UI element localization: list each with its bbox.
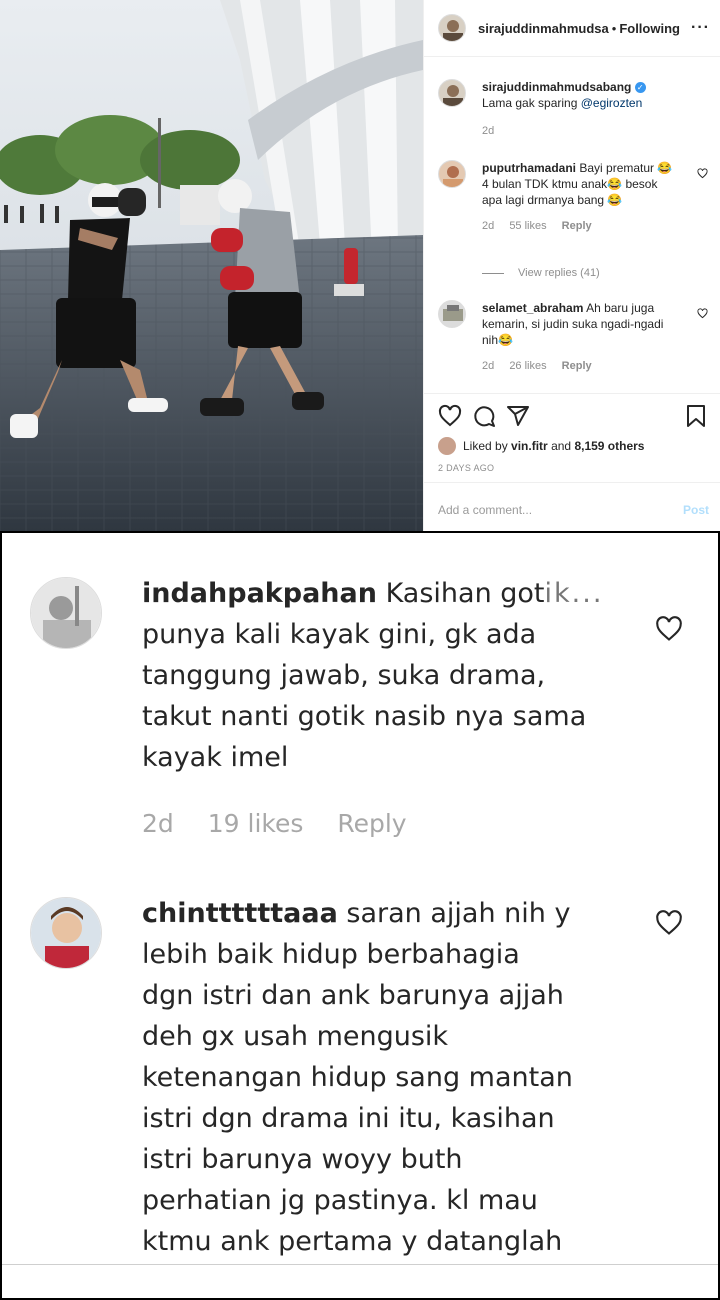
like-heart-icon[interactable] (438, 404, 462, 428)
caption-mention[interactable]: @egirozten (581, 96, 643, 110)
liked-by-suffix: and (551, 439, 572, 453)
comment-line: tanggung jawab, suka drama, (142, 660, 546, 691)
separator-dot: • (611, 20, 617, 36)
verified-badge-icon: ✓ (634, 82, 646, 93)
following-button[interactable]: Following (619, 21, 680, 36)
comment-username[interactable]: indahpakpahan (142, 578, 377, 609)
user-avatar-icon (31, 898, 101, 968)
comment-bubble-icon[interactable] (472, 404, 496, 428)
liked-by: Liked by vin.fitr and 8,159 others (438, 437, 644, 455)
reply-button[interactable]: Reply (562, 360, 592, 372)
more-options-icon[interactable]: ··· (691, 19, 710, 37)
avatar[interactable] (438, 160, 466, 188)
comment-username[interactable]: puputrhamadani (482, 161, 576, 175)
user-avatar-icon (443, 85, 463, 106)
instagram-post: sirajuddinmahmudsa • Following ··· siraj… (0, 0, 720, 531)
liked-by-user[interactable]: vin.fitr (511, 439, 548, 453)
caption-time[interactable]: 2d (482, 125, 494, 137)
add-comment-bar: Add a comment... Post (424, 482, 720, 532)
avatar[interactable] (30, 897, 102, 969)
reply-button[interactable]: Reply (337, 809, 406, 838)
like-comment-heart-icon[interactable] (654, 615, 684, 643)
divider-line (2, 1264, 718, 1265)
add-comment-input[interactable]: Add a comment... (438, 503, 532, 517)
liked-by-count[interactable]: 8,159 others (574, 439, 644, 453)
post-side-panel: sirajuddinmahmudsa • Following ··· siraj… (423, 0, 720, 531)
post-timestamp[interactable]: 2 DAYS AGO (438, 463, 494, 473)
comment-meta: 2d 19 likes Reply (142, 803, 433, 844)
comment-text: saran ajjah nih y (346, 898, 571, 929)
save-bookmark-icon[interactable] (684, 404, 708, 428)
post-comment-button[interactable]: Post (683, 503, 709, 517)
caption-username[interactable]: sirajuddinmahmudsabang (482, 80, 631, 94)
comment-likes[interactable]: 19 likes (208, 809, 304, 838)
truncation-ellipsis: ik... (544, 578, 604, 609)
avatar[interactable] (438, 14, 466, 42)
post-author-username[interactable]: sirajuddinmahmudsa (478, 21, 609, 36)
divider-line (482, 272, 504, 274)
view-replies-button[interactable]: View replies (41) (482, 267, 600, 279)
comment-item: selamet_abraham Ah baru juga kemarin, si… (438, 300, 708, 374)
comment-likes[interactable]: 55 likes (509, 220, 546, 232)
comment-username[interactable]: selamet_abraham (482, 301, 583, 315)
comment-time[interactable]: 2d (482, 360, 494, 372)
user-avatar-icon (443, 305, 463, 321)
comment-line: punya kali kayak gini, gk ada (142, 619, 537, 650)
like-comment-heart-icon[interactable] (697, 308, 708, 319)
comment-line: deh gx usah mengusik (142, 1021, 449, 1052)
comment-line: perhatian jg pastinya. kl mau (142, 1185, 538, 1216)
comment-text: Kasihan got (385, 578, 545, 609)
avatar[interactable] (438, 300, 466, 328)
comment-body: chinttttttaaa saran ajjah nih y lebih ba… (142, 893, 632, 1262)
like-comment-heart-icon[interactable] (654, 909, 684, 937)
comment-item: puputrhamadani Bayi prematur 😂4 bulan TD… (438, 160, 708, 234)
comment-time[interactable]: 2d (482, 220, 494, 232)
comment-body: indahpakpahan Kasihan gotik... punya kal… (142, 573, 632, 778)
comment-line: takut nanti gotik nasib nya sama (142, 701, 587, 732)
comment-line: ktmu ank pertama y datanglah (142, 1226, 563, 1257)
comment-line: dgn istri dan ank barunya ajjah (142, 980, 564, 1011)
caption-text: Lama gak sparing (482, 96, 578, 110)
post-actions: Liked by vin.fitr and 8,159 others 2 DAY… (424, 393, 720, 533)
like-comment-heart-icon[interactable] (697, 168, 708, 179)
post-photo[interactable] (0, 0, 423, 531)
comment-likes[interactable]: 26 likes (509, 360, 546, 372)
comment-line: lebih baik hidup berbahagia (142, 939, 520, 970)
caption: sirajuddinmahmudsabang ✓ Lama gak sparin… (438, 79, 708, 139)
user-avatar-icon (443, 166, 463, 187)
avatar[interactable] (30, 577, 102, 649)
comment-line: istri dgn drama ini itu, kasihan (142, 1103, 555, 1134)
comment-line: kayak imel (142, 742, 289, 773)
reply-button[interactable]: Reply (562, 220, 592, 232)
comment-time[interactable]: 2d (142, 809, 174, 838)
boxing-sparring-image (0, 0, 423, 531)
comment-line: istri barunya woyy buth (142, 1144, 463, 1175)
liker-avatar[interactable] (438, 437, 456, 455)
comment-line: ketenangan hidup sang mantan (142, 1062, 573, 1093)
liked-by-prefix: Liked by (463, 439, 508, 453)
post-header: sirajuddinmahmudsa • Following ··· (424, 0, 720, 57)
share-paper-plane-icon[interactable] (506, 404, 530, 428)
zoomed-comments-panel: indahpakpahan Kasihan gotik... punya kal… (2, 533, 718, 1298)
user-avatar-icon (31, 578, 101, 648)
avatar[interactable] (438, 79, 466, 107)
view-replies-label: View replies (41) (518, 267, 600, 279)
user-avatar-icon (443, 20, 463, 41)
comment-username[interactable]: chinttttttaaa (142, 898, 338, 929)
